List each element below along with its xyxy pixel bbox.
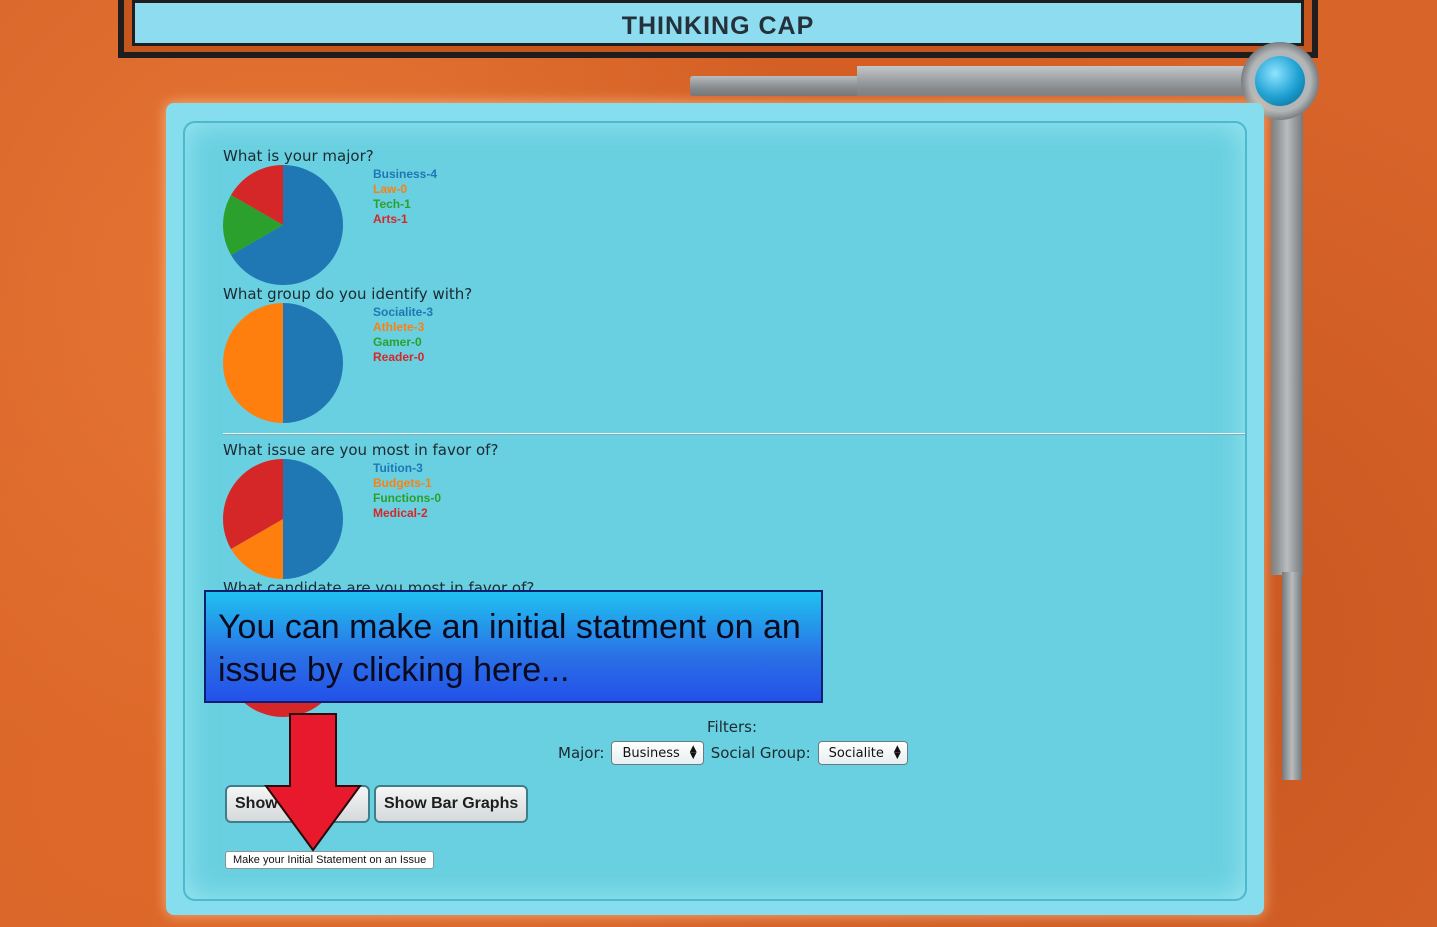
initial-statement-button[interactable]: Make your Initial Statement on an Issue — [225, 851, 435, 869]
pipe-segment — [1271, 100, 1303, 575]
select-arrows-icon: ▲ ▼ — [689, 744, 697, 761]
social-group-select-value: Socialite — [828, 745, 884, 761]
legend-item: Athlete-3 — [373, 320, 425, 334]
pie-slice — [223, 303, 283, 423]
pipe-segment — [857, 66, 1257, 96]
legend-item: Tuition-3 — [373, 461, 423, 475]
header-frame: THINKING CAP — [118, 0, 1318, 58]
social-group-select[interactable]: Socialite ▲ ▼ — [817, 741, 908, 765]
arrow-down-icon — [264, 713, 362, 852]
chart-legend: Socialite-3 Athlete-3 Gamer-0 Reader-0 — [373, 305, 433, 365]
legend-item: Functions-0 — [373, 491, 441, 505]
pipe-segment — [1282, 572, 1302, 780]
major-select[interactable]: Business ▲ ▼ — [611, 741, 704, 765]
chart-legend: Business-4 Law-0 Tech-1 Arts-1 — [373, 167, 437, 227]
major-filter-label: Major: — [558, 744, 605, 762]
legend-item: Socialite-3 — [373, 305, 434, 319]
filters-heading: Filters: — [707, 718, 758, 736]
legend-item: Budgets-1 — [373, 476, 432, 490]
question-title: What group do you identify with? — [223, 285, 473, 303]
question-title: What is your major? — [223, 147, 374, 165]
show-bar-graphs-button[interactable]: Show Bar Graphs — [374, 785, 529, 823]
major-select-value: Business — [622, 745, 680, 761]
knob-light — [1255, 56, 1305, 106]
tutorial-tooltip: You can make an initial statment on an i… — [204, 590, 823, 703]
legend-item: Gamer-0 — [373, 335, 422, 349]
header-bar: THINKING CAP — [132, 0, 1304, 46]
legend-item: Medical-2 — [373, 506, 428, 520]
pie-chart — [223, 165, 343, 285]
pie-slice — [283, 459, 343, 579]
legend-item: Tech-1 — [373, 197, 411, 211]
filter-row: Major: Business ▲ ▼ Social Group: Sociali… — [558, 741, 915, 765]
chart-legend: Tuition-3 Budgets-1 Functions-0 Medical-… — [373, 461, 441, 521]
legend-item: Business-4 — [373, 167, 438, 181]
social-group-filter-label: Social Group: — [710, 744, 811, 762]
legend-item: Reader-0 — [373, 350, 425, 364]
pie-chart — [223, 303, 343, 423]
pipe-segment — [690, 76, 860, 96]
legend-item: Arts-1 — [373, 212, 408, 226]
question-title: What issue are you most in favor of? — [223, 441, 499, 459]
pie-slice — [283, 303, 343, 423]
header-band: THINKING CAP — [124, 0, 1312, 52]
pie-chart — [223, 459, 343, 579]
select-arrows-icon: ▲ ▼ — [893, 744, 901, 761]
legend-item: Law-0 — [373, 182, 408, 196]
app-title: THINKING CAP — [621, 12, 815, 40]
section-divider — [223, 433, 1245, 435]
